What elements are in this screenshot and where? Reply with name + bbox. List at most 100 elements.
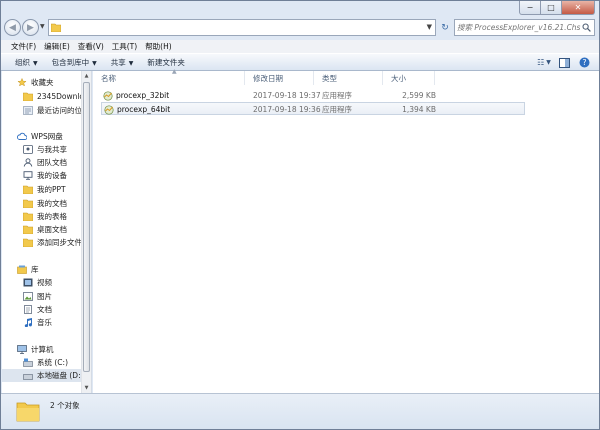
file-size: 1,394 KB xyxy=(402,105,436,114)
help-button[interactable]: ? xyxy=(577,56,591,69)
search-box[interactable] xyxy=(454,19,595,36)
nav-item-shared-with-me[interactable]: 与我共享 xyxy=(23,143,67,156)
nav-pane-scrollbar[interactable]: ▲ ▼ xyxy=(81,71,91,393)
nav-libraries[interactable]: 库 xyxy=(17,263,39,276)
nav-item-my-devices[interactable]: 我的设备 xyxy=(23,169,67,182)
column-size-label: 大小 xyxy=(391,73,406,83)
nav-item-music[interactable]: 音乐 xyxy=(23,316,52,329)
help-icon: ? xyxy=(579,57,589,68)
nav-favorites[interactable]: 收藏夹 xyxy=(17,76,54,89)
nav-item-my-sheets[interactable]: 我的表格 xyxy=(23,210,67,223)
view-options-button[interactable]: ☷ ▼ xyxy=(537,56,551,69)
nav-item-label: 我的表格 xyxy=(37,212,67,221)
back-button[interactable]: ◀ xyxy=(4,19,21,36)
nav-item-my-ppt[interactable]: 我的PPT xyxy=(23,183,66,196)
menu-view[interactable]: 查看(V) xyxy=(74,41,108,52)
computer-icon xyxy=(17,345,27,354)
scroll-up-icon[interactable]: ▲ xyxy=(82,71,91,81)
recent-pages-dropdown[interactable]: ▼ xyxy=(40,23,45,30)
navigation-pane: 收藏夹 2345Downloads 最近访问的位置 WPS网盘 与我共享 团队文… xyxy=(2,71,92,393)
new-folder-button[interactable]: 新建文件夹 xyxy=(141,57,193,68)
nav-item-team-docs[interactable]: 团队文档 xyxy=(23,156,67,169)
column-header-name[interactable]: 名称 ▲ xyxy=(93,68,245,85)
address-dropdown-icon[interactable]: ▼ xyxy=(427,23,432,31)
chevron-down-icon: ▼ xyxy=(33,59,38,67)
file-name-cell: procexp_32bit xyxy=(103,89,169,102)
library-icon xyxy=(17,265,27,274)
maximize-button[interactable]: □ xyxy=(541,1,562,15)
folder-icon xyxy=(16,402,40,422)
scrollbar-thumb[interactable] xyxy=(83,82,90,372)
file-date: 2017-09-18 19:36 xyxy=(253,105,321,114)
menu-edit[interactable]: 编辑(E) xyxy=(40,41,74,52)
share-button[interactable]: 共享 ▼ xyxy=(105,57,142,68)
recent-places-icon xyxy=(23,106,33,115)
picture-icon xyxy=(23,292,33,301)
nav-item-label: 视频 xyxy=(37,278,52,287)
toolbar-right: ☷ ▼ ? xyxy=(537,56,591,69)
nav-item-recent-places[interactable]: 最近访问的位置 xyxy=(23,104,90,117)
chevron-down-icon: ▼ xyxy=(546,59,551,66)
menu-tools[interactable]: 工具(T) xyxy=(108,41,141,52)
nav-wps-cloud[interactable]: WPS网盘 xyxy=(17,130,63,143)
file-name: procexp_32bit xyxy=(116,91,170,100)
file-list-pane: 名称 ▲ 修改日期 类型 大小 procexp_32bit 2017-09-18… xyxy=(93,68,599,393)
nav-item-add-sync-folder[interactable]: 添加同步文件夹 xyxy=(23,236,90,249)
nav-item-desktop-docs[interactable]: 桌面文档 xyxy=(23,223,67,236)
team-icon xyxy=(23,158,33,167)
column-type-label: 类型 xyxy=(322,73,337,83)
nav-item-documents[interactable]: 文档 xyxy=(23,303,52,316)
nav-item-drive-d[interactable]: 本地磁盘 (D:) xyxy=(2,369,91,382)
folder-icon xyxy=(51,23,61,32)
close-button[interactable]: ✕ xyxy=(562,1,595,15)
file-type: 应用程序 xyxy=(322,91,352,100)
nav-item-label: 我的文档 xyxy=(37,199,67,208)
preview-pane-icon xyxy=(558,57,570,68)
nav-item-videos[interactable]: 视频 xyxy=(23,276,52,289)
refresh-button[interactable]: ↻ xyxy=(438,19,452,36)
file-name: procexp_64bit xyxy=(117,105,171,114)
scroll-down-icon[interactable]: ▼ xyxy=(82,383,91,393)
file-name-cell: procexp_64bit xyxy=(104,103,170,116)
nav-libraries-label: 库 xyxy=(31,265,39,274)
table-row[interactable]: procexp_32bit 2017-09-18 19:37 应用程序 2,59… xyxy=(101,89,525,102)
explorer-window: − □ ✕ ◀ ▶ ▼ ▼ ↻ 文件(F) 编辑(E) 查看(V) 工具(T) … xyxy=(0,0,600,430)
organize-label: 组织 xyxy=(15,57,30,67)
nav-item-label: 我的PPT xyxy=(37,185,66,194)
drive-icon xyxy=(23,374,33,380)
column-header-size[interactable]: 大小 xyxy=(383,71,435,85)
nav-item-pictures[interactable]: 图片 xyxy=(23,290,52,303)
search-input[interactable] xyxy=(457,20,581,35)
file-size: 2,599 KB xyxy=(402,91,436,100)
nav-item-label: 文档 xyxy=(37,305,52,314)
include-in-library-button[interactable]: 包含到库中 ▼ xyxy=(46,57,105,68)
item-count-text: 2 个对象 xyxy=(50,401,80,410)
system-drive-icon xyxy=(23,358,33,367)
menu-help[interactable]: 帮助(H) xyxy=(141,41,176,52)
folder-icon xyxy=(23,238,33,247)
process-explorer-app-icon xyxy=(103,90,113,101)
address-bar[interactable]: ▼ xyxy=(48,19,436,36)
document-icon xyxy=(24,305,32,314)
organize-button[interactable]: 组织 ▼ xyxy=(9,57,46,68)
star-icon xyxy=(17,78,27,87)
minimize-button[interactable]: − xyxy=(519,1,541,15)
column-date-label: 修改日期 xyxy=(253,73,283,83)
shared-icon xyxy=(23,145,33,154)
file-date: 2017-09-18 19:37 xyxy=(253,91,321,100)
table-row[interactable]: procexp_64bit 2017-09-18 19:36 应用程序 1,39… xyxy=(101,102,525,115)
column-header-type[interactable]: 类型 xyxy=(314,71,383,85)
nav-item-my-documents[interactable]: 我的文档 xyxy=(23,197,67,210)
nav-computer[interactable]: 计算机 xyxy=(17,343,54,356)
menu-file[interactable]: 文件(F) xyxy=(7,41,40,52)
music-icon xyxy=(24,318,33,327)
nav-wps-label: WPS网盘 xyxy=(31,132,63,141)
forward-button[interactable]: ▶ xyxy=(22,19,39,36)
address-row: ◀ ▶ ▼ ▼ ↻ xyxy=(1,17,599,39)
nav-item-drive-c[interactable]: 系统 (C:) xyxy=(23,356,68,369)
column-header-date[interactable]: 修改日期 xyxy=(245,71,314,85)
nav-item-label: 团队文档 xyxy=(37,158,67,167)
back-arrow-icon: ◀ xyxy=(9,22,16,33)
preview-pane-button[interactable] xyxy=(557,56,571,69)
nav-item-label: 我的设备 xyxy=(37,171,67,180)
